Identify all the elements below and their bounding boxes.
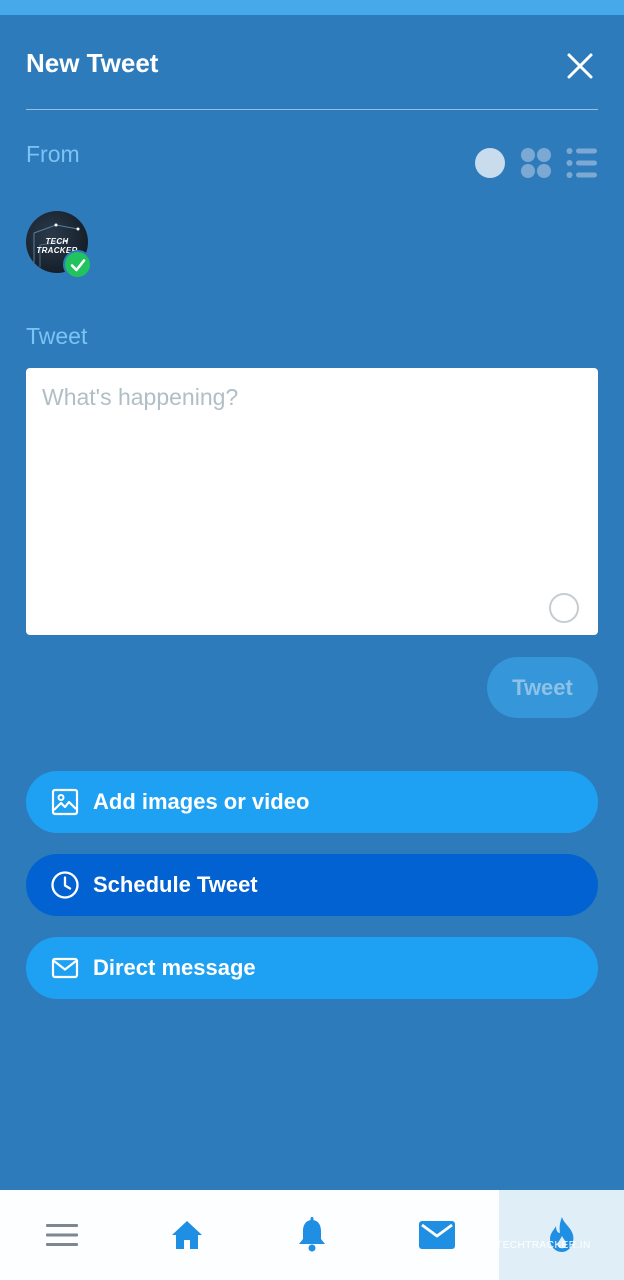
clock-icon-wrap <box>50 870 80 900</box>
bell-icon <box>298 1217 325 1252</box>
mail-icon <box>51 957 79 979</box>
mail-icon <box>418 1221 455 1249</box>
view-toggles <box>474 147 598 179</box>
nav-menu[interactable] <box>0 1190 125 1280</box>
bottom-nav <box>0 1190 624 1280</box>
watermark-logo <box>474 1240 492 1251</box>
mail-icon-wrap <box>50 953 80 983</box>
direct-message-label: Direct message <box>93 955 256 980</box>
watermark-text: TECHTRACKER.IN <box>496 1240 591 1251</box>
clock-icon <box>51 871 79 899</box>
verified-badge <box>63 250 92 279</box>
character-counter <box>549 593 579 623</box>
list-icon <box>566 148 597 178</box>
top-strip <box>0 0 624 15</box>
close-button[interactable] <box>566 52 594 80</box>
schedule-tweet-button[interactable]: Schedule Tweet <box>26 854 598 916</box>
nav-home[interactable] <box>125 1190 250 1280</box>
header: New Tweet <box>26 40 598 110</box>
close-icon <box>567 53 593 79</box>
grid-icon <box>521 148 551 178</box>
nav-messages[interactable] <box>374 1190 499 1280</box>
tweet-button[interactable]: Tweet <box>487 657 598 718</box>
home-icon <box>172 1221 203 1249</box>
add-images-button[interactable]: Add images or video <box>26 771 598 833</box>
direct-message-button[interactable]: Direct message <box>26 937 598 999</box>
nav-trending[interactable] <box>499 1190 624 1280</box>
schedule-tweet-label: Schedule Tweet <box>93 872 258 897</box>
tweet-composer <box>26 368 598 635</box>
single-circle-icon <box>475 148 505 178</box>
nav-notifications[interactable] <box>250 1190 375 1280</box>
tweet-input[interactable] <box>42 384 542 584</box>
single-view-toggle[interactable] <box>474 147 506 179</box>
checkmark-icon <box>70 258 85 271</box>
image-icon <box>51 788 79 816</box>
from-label: From <box>26 141 80 167</box>
watermark: TECHTRACKER.IN <box>474 1240 591 1251</box>
tweet-label: Tweet <box>26 323 88 349</box>
menu-icon <box>46 1224 79 1246</box>
image-icon-wrap <box>50 787 80 817</box>
add-images-label: Add images or video <box>93 789 310 814</box>
list-view-toggle[interactable] <box>566 147 598 179</box>
page-title: New Tweet <box>26 48 159 78</box>
grid-view-toggle[interactable] <box>520 147 552 179</box>
